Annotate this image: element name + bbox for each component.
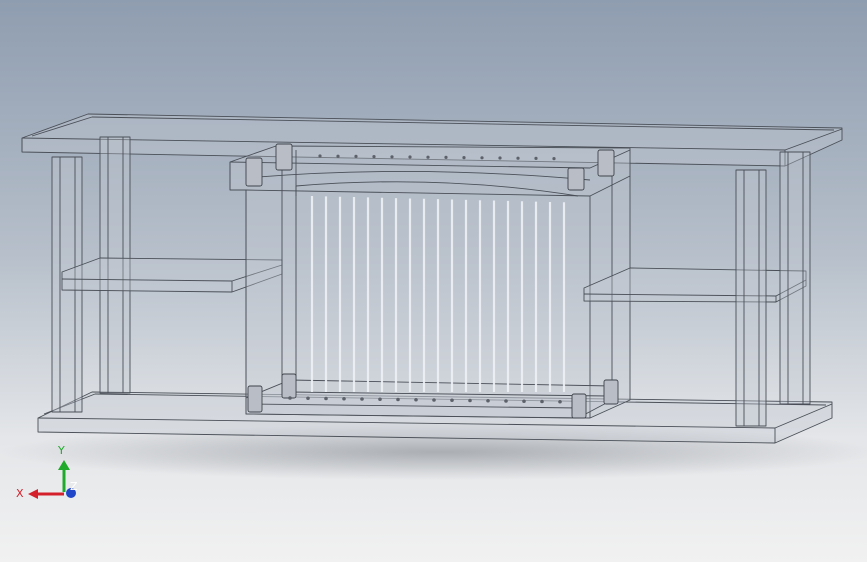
header-hole [552, 157, 556, 161]
header-hole [462, 156, 466, 160]
tray-hole [414, 397, 418, 402]
header-hole [516, 156, 520, 160]
z-axis-label: Z [70, 480, 78, 493]
tray-hole [486, 398, 490, 403]
tray-hole [468, 398, 472, 403]
header-hole [444, 155, 448, 159]
tray-hole [504, 399, 508, 403]
tray-hole [306, 396, 310, 401]
tray-hole [540, 399, 544, 404]
tray-hole [432, 398, 436, 402]
x-axis-arrow [28, 489, 64, 499]
tray-hole [378, 397, 382, 402]
tray-hole [558, 399, 562, 404]
bottom-tray[interactable] [245, 379, 613, 419]
right-shelf[interactable] [583, 267, 807, 303]
header-hole [408, 155, 412, 159]
header-hole [480, 156, 484, 160]
header-hole [426, 155, 430, 159]
tray-hole [522, 399, 526, 404]
y-axis-arrow [58, 460, 70, 492]
header-hole [498, 156, 502, 160]
tv-cabinet-wireframe-model[interactable] [0, 0, 867, 562]
header-hole [534, 156, 538, 160]
tray-hole [360, 397, 364, 401]
coordinate-triad[interactable]: Y X Z [14, 438, 84, 508]
header-hole [336, 154, 340, 158]
header-hole [318, 154, 322, 158]
y-axis-label: Y [57, 444, 65, 457]
tray-hole [396, 397, 400, 402]
right-back-post[interactable] [779, 151, 811, 405]
tray-hole [288, 396, 292, 400]
header-hole [390, 155, 394, 159]
right-front-post[interactable] [735, 169, 767, 427]
header-hole [372, 155, 376, 159]
graphics-viewport[interactable]: Y X Z [0, 0, 867, 562]
tray-hole [450, 398, 454, 403]
tray-hole [342, 396, 346, 401]
x-axis-label: X [16, 487, 24, 500]
tray-hole [324, 396, 328, 401]
header-hole [354, 154, 358, 158]
